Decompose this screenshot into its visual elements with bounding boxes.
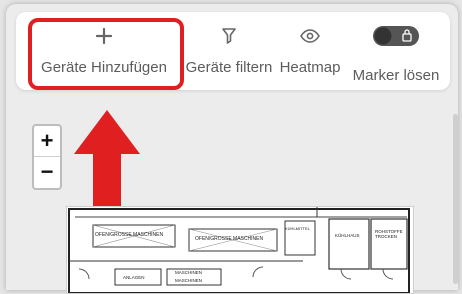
lock-toggle-icon <box>346 26 446 46</box>
floorplan-label: KÜHLHAUS <box>335 233 360 238</box>
filter-devices-button[interactable]: Geräte filtern <box>174 12 284 90</box>
heatmap-button[interactable]: Heatmap <box>276 12 344 90</box>
floorplan-label: MASCHINEN <box>175 278 203 283</box>
map-toolbar: Geräte Hinzufügen Geräte filtern Heatmap… <box>16 12 450 90</box>
floorplan-label: OFEN/GROSSE MASCHINEN <box>195 236 264 242</box>
filter-icon <box>174 26 284 46</box>
filter-devices-label: Geräte filtern <box>185 59 273 76</box>
plus-icon <box>28 26 180 46</box>
add-devices-button[interactable]: Geräte Hinzufügen <box>28 12 180 90</box>
release-marker-label: Marker lösen <box>352 67 440 84</box>
heatmap-label: Heatmap <box>279 59 341 76</box>
floorplan-image[interactable]: OFEN/GROSSE MASCHINEN OFEN/GROSSE MASCHI… <box>66 206 414 294</box>
floorplan-label: ROHSTOFFE TROCKEN <box>375 229 403 239</box>
floorplan-label: ANLAGEN <box>123 275 145 280</box>
floorplan-label: MASCHINEN <box>175 270 203 275</box>
zoom-out-button[interactable]: − <box>34 157 60 187</box>
red-arrow-icon <box>74 110 140 216</box>
add-devices-label: Geräte Hinzufügen <box>41 59 167 76</box>
zoom-control: + − <box>32 124 62 190</box>
scrollbar[interactable] <box>453 114 458 284</box>
floorplan-label: OFEN/GROSSE MASCHINEN <box>95 232 164 238</box>
floorplan-label: KÜHLMITTEL <box>285 226 310 231</box>
release-marker-toggle[interactable]: Marker lösen <box>346 12 446 90</box>
zoom-in-button[interactable]: + <box>34 126 60 156</box>
eye-icon <box>276 26 344 46</box>
